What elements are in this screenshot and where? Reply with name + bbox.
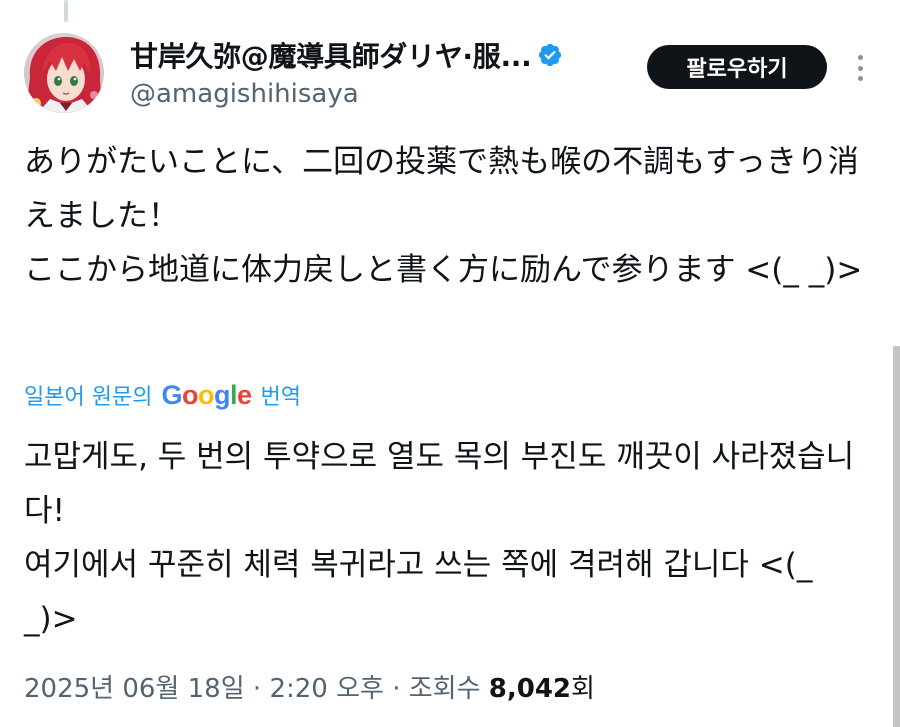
scrollbar[interactable] xyxy=(893,346,900,727)
tweet-header: 甘岸久弥@魔導具師ダリヤ·服... @amagishihisaya 팔로우하기 xyxy=(24,33,884,113)
translate-link[interactable]: 일본어 원문의 Google 번역 xyxy=(24,378,301,412)
author-handle[interactable]: @amagishihisaya xyxy=(130,79,563,109)
display-name-row: 甘岸久弥@魔導具師ダリヤ·服... xyxy=(130,37,563,73)
views-count: 8,042 xyxy=(488,674,572,704)
translated-text-line: 여기에서 꾸준히 체력 복귀라고 쓰는 쪽에 격려해 갑니다 <(_ _)> xyxy=(24,547,813,637)
translated-text-line: 고맙게도, 두 번의 투약으로 열도 목의 부진도 깨끗이 사라졌습니다! xyxy=(24,439,855,529)
views-label: 조회수 xyxy=(408,674,481,704)
verified-badge-icon xyxy=(537,42,563,68)
translate-prefix[interactable]: 일본어 원문의 xyxy=(24,379,152,411)
more-vertical-icon[interactable] xyxy=(850,53,870,83)
meta-separator: · xyxy=(252,674,262,704)
tweet-text-line: ありがたいことに、二回の投薬で熱も喉の不調もすっきり消えました！ xyxy=(24,144,859,234)
more-dot xyxy=(857,65,863,71)
avatar[interactable] xyxy=(24,33,104,113)
avatar-image xyxy=(24,33,104,113)
google-logo: Google xyxy=(161,379,252,410)
tweet-date[interactable]: 2025년 06월 18일 xyxy=(24,674,245,704)
meta-separator: · xyxy=(392,674,401,704)
translate-suffix[interactable]: 번역 xyxy=(261,379,301,411)
translated-body: 고맙게도, 두 번의 투약으로 열도 목의 부진도 깨끗이 사라졌습니다! 여기… xyxy=(24,430,872,646)
author-info: 甘岸久弥@魔導具師ダリヤ·服... @amagishihisaya xyxy=(130,37,563,109)
tweet-text-line: ここから地道に体力戻しと書く方に励んで参ります <(_ _)> xyxy=(24,252,863,288)
thread-connector-line xyxy=(64,0,68,22)
tweet-time[interactable]: 2:20 오후 xyxy=(269,674,384,704)
tweet-meta: 2025년 06월 18일 · 2:20 오후 · 조회수 8,042회 xyxy=(24,668,595,705)
author-display-name[interactable]: 甘岸久弥@魔導具師ダリヤ·服... xyxy=(130,35,532,75)
more-dot xyxy=(857,76,863,81)
tweet-body: ありがたいことに、二回の投薬で熱も喉の不調もすっきり消えました！ ここから地道に… xyxy=(24,135,872,297)
more-dot xyxy=(857,55,863,60)
views-suffix: 회 xyxy=(571,674,595,704)
follow-button[interactable]: 팔로우하기 xyxy=(647,45,827,89)
